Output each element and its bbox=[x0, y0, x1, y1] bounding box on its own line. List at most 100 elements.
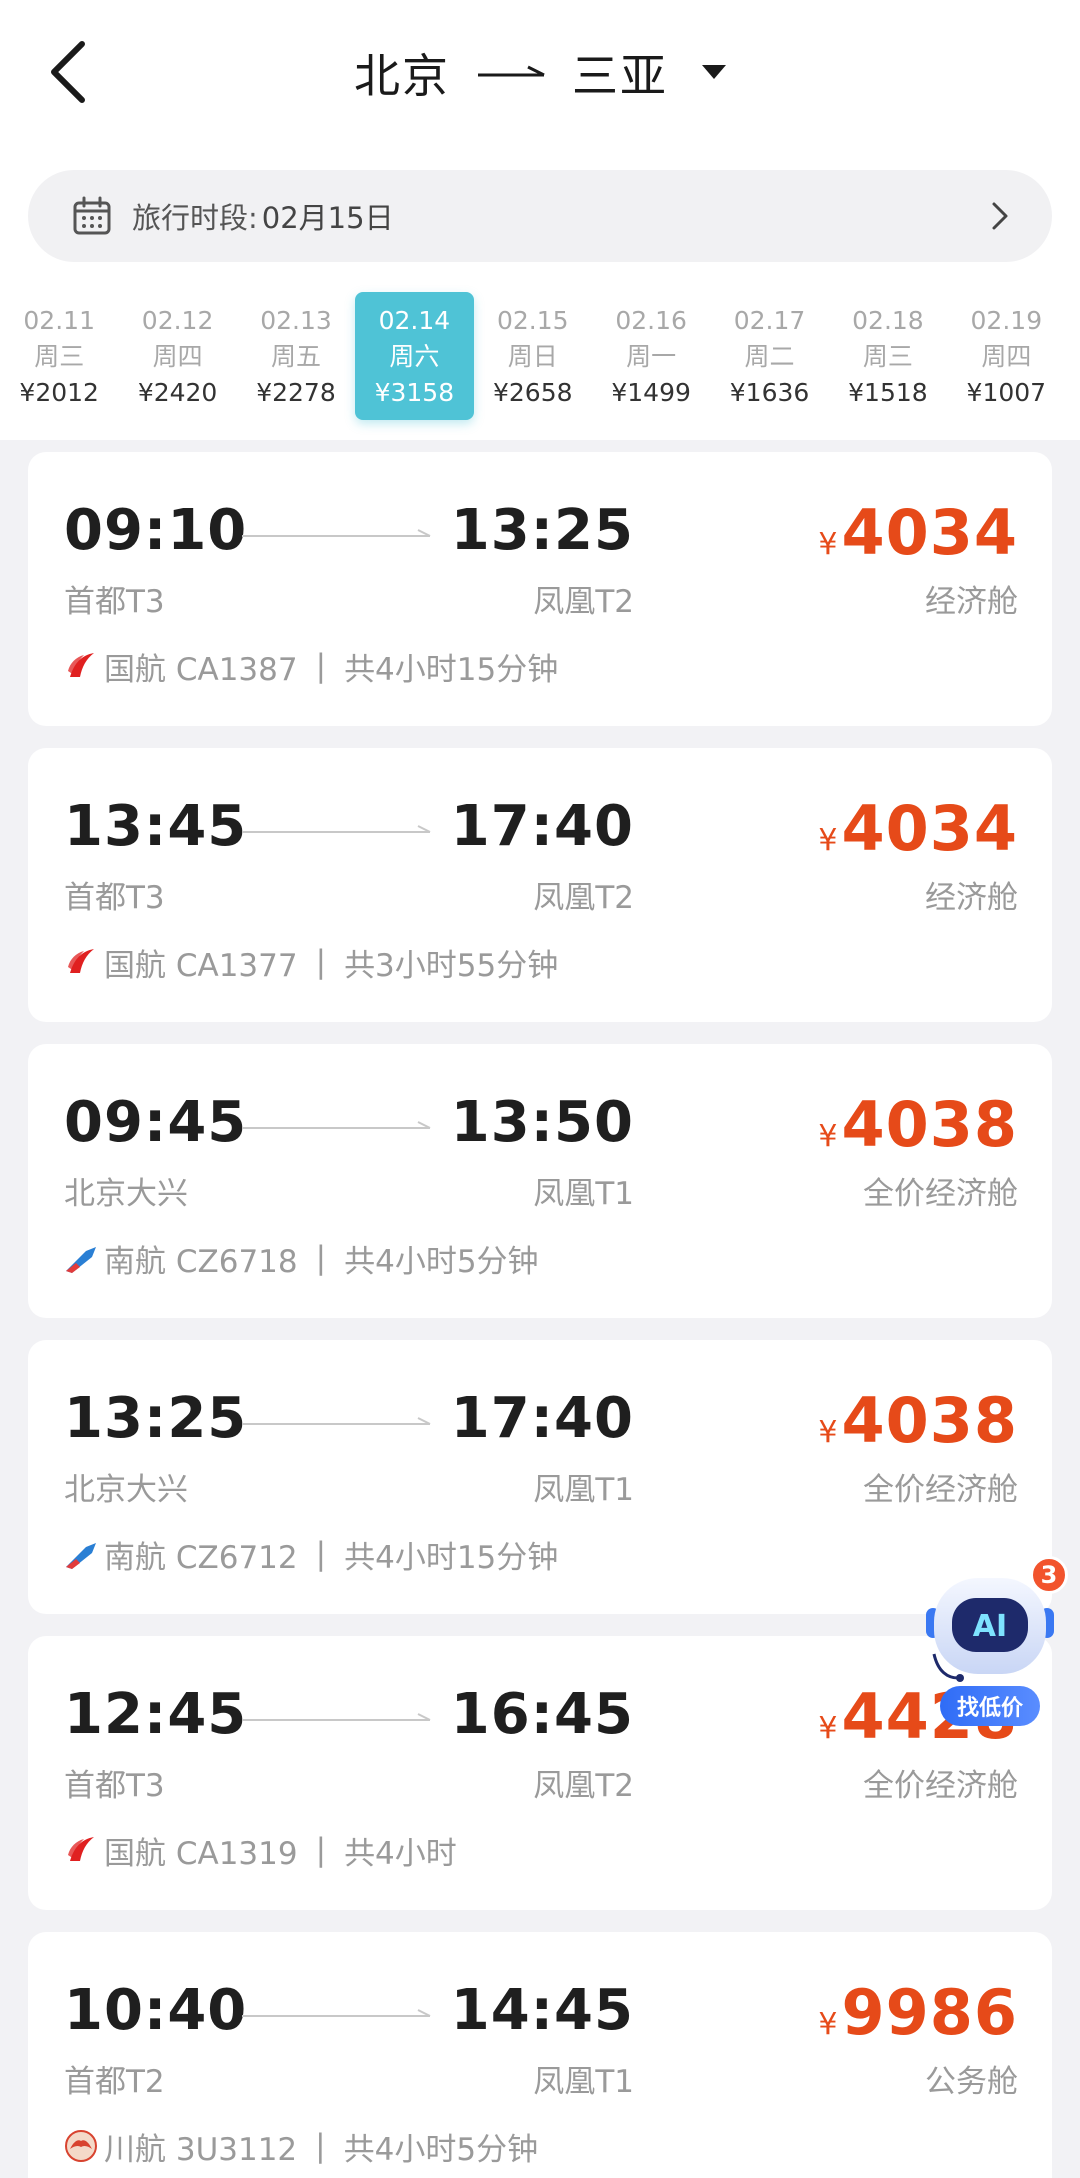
flight-duration: 共4小时5分钟 bbox=[344, 1243, 539, 1280]
date-label: 02.19 bbox=[970, 306, 1043, 335]
period-label: 旅行时段: bbox=[132, 201, 258, 235]
flight-card[interactable]: 13:25 17:40 北京大兴 凤凰T1 ¥ 4038 全价经济舱 南航 CZ… bbox=[28, 1340, 1052, 1614]
price-amount: 9986 bbox=[841, 1976, 1018, 2049]
top-bar: 北京 三亚 旅行时段: 02月15日 02.11 周三 ¥2012 02.12 … bbox=[0, 0, 1080, 440]
arrival-airport: 凤凰T1 bbox=[533, 1176, 634, 1212]
route-selector[interactable]: 北京 三亚 bbox=[0, 38, 1080, 108]
date-tab[interactable]: 02.12 周四 ¥2420 bbox=[118, 292, 236, 420]
date-price: ¥1499 bbox=[611, 378, 691, 407]
flight-duration: 共3小时55分钟 bbox=[344, 947, 559, 984]
divider: | bbox=[315, 2128, 326, 2164]
arrival-airport: 凤凰T1 bbox=[533, 2064, 634, 2100]
date-label: 02.11 bbox=[23, 306, 95, 335]
airline-flight-number: 川航 3U3112 bbox=[104, 2131, 298, 2168]
calendar-icon bbox=[73, 196, 111, 235]
arrival-time: 13:50 bbox=[450, 1090, 634, 1155]
arrival-time: 16:45 bbox=[450, 1682, 634, 1747]
weekday-label: 周日 bbox=[507, 342, 558, 371]
arrival-city: 三亚 bbox=[572, 49, 668, 103]
ai-assistant-button[interactable]: AI 3 找低价 bbox=[918, 1556, 1068, 1726]
arrival-airport: 凤凰T2 bbox=[533, 1768, 634, 1804]
route-arrow-icon bbox=[478, 65, 545, 77]
date-tab[interactable]: 02.16 周一 ¥1499 bbox=[592, 292, 710, 420]
departure-time: 09:45 bbox=[64, 1090, 248, 1155]
currency-symbol: ¥ bbox=[818, 527, 838, 562]
divider: | bbox=[315, 1832, 327, 1868]
date-price: ¥1518 bbox=[848, 378, 928, 407]
departure-airport: 首都T3 bbox=[64, 880, 165, 916]
flight-arrow-icon bbox=[242, 1713, 431, 1721]
period-value: 02月15日 bbox=[261, 201, 394, 235]
flight-price: ¥ 4038 bbox=[818, 1384, 1018, 1457]
air-china-logo-icon bbox=[68, 653, 94, 677]
weekday-label: 周一 bbox=[626, 342, 677, 371]
date-tab[interactable]: 02.11 周三 ¥2012 bbox=[0, 292, 118, 420]
date-label: 02.18 bbox=[852, 306, 924, 335]
weekday-label: 周五 bbox=[270, 342, 321, 371]
date-tab[interactable]: 02.18 周三 ¥1518 bbox=[829, 292, 947, 420]
air-china-logo-icon bbox=[68, 1837, 94, 1861]
airline-info: 国航 CA1319 | 共4小时 bbox=[64, 1828, 457, 1872]
airline-info: 南航 CZ6718 | 共4小时5分钟 bbox=[64, 1236, 539, 1280]
departure-airport: 北京大兴 bbox=[64, 1472, 188, 1508]
divider: | bbox=[315, 944, 327, 980]
cabin-class: 经济舱 bbox=[925, 584, 1018, 620]
date-label: 02.15 bbox=[496, 306, 569, 335]
date-label: 02.16 bbox=[615, 306, 687, 335]
price-amount: 4034 bbox=[841, 792, 1018, 865]
china-southern-logo-icon bbox=[66, 1247, 96, 1273]
arrival-time: 17:40 bbox=[450, 794, 634, 859]
flight-card[interactable]: 09:10 13:25 首都T3 凤凰T2 ¥ 4034 经济舱 国航 CA13… bbox=[28, 452, 1052, 726]
airline-flight-number: 国航 CA1377 bbox=[104, 947, 298, 984]
departure-airport: 首都T3 bbox=[64, 1768, 165, 1804]
airline-info: 国航 CA1387 | 共4小时15分钟 bbox=[64, 644, 558, 688]
date-price-strip: 02.11 周三 ¥2012 02.12 周四 ¥2420 02.13 周五 ¥… bbox=[0, 292, 1080, 420]
flight-card[interactable]: 10:40 14:45 首都T2 凤凰T1 ¥ 9986 公务舱 川航 3U31… bbox=[28, 1932, 1052, 2178]
departure-airport: 首都T3 bbox=[64, 584, 165, 620]
price-amount: 4038 bbox=[841, 1088, 1018, 1161]
arrival-airport: 凤凰T1 bbox=[533, 1472, 634, 1508]
currency-symbol: ¥ bbox=[818, 1415, 838, 1450]
flight-arrow-icon bbox=[242, 825, 431, 833]
arrival-time: 14:45 bbox=[450, 1978, 634, 2043]
departure-time: 10:40 bbox=[64, 1978, 248, 2043]
caret-down-icon bbox=[702, 65, 726, 79]
departure-time: 09:10 bbox=[64, 498, 248, 563]
date-tab[interactable]: 02.13 周五 ¥2278 bbox=[237, 292, 355, 420]
find-low-price-label: 找低价 bbox=[940, 1686, 1040, 1726]
departure-airport: 北京大兴 bbox=[64, 1176, 188, 1212]
departure-time: 13:45 bbox=[64, 794, 248, 859]
date-label: 02.17 bbox=[733, 306, 806, 335]
airline-info: 川航 3U3112 | 共4小时5分钟 bbox=[64, 2124, 538, 2168]
departure-time: 12:45 bbox=[64, 1682, 248, 1747]
date-tab[interactable]: 02.15 周日 ¥2658 bbox=[474, 292, 592, 420]
date-price: ¥2278 bbox=[256, 378, 336, 407]
travel-period-selector[interactable]: 旅行时段: 02月15日 bbox=[28, 170, 1052, 262]
flight-price: ¥ 4034 bbox=[818, 496, 1018, 569]
date-price: ¥1007 bbox=[966, 378, 1047, 407]
date-price: ¥1636 bbox=[729, 378, 810, 407]
airline-info: 国航 CA1377 | 共3小时55分钟 bbox=[64, 940, 558, 984]
flight-price: ¥ 4034 bbox=[818, 792, 1018, 865]
departure-time: 13:25 bbox=[64, 1386, 248, 1451]
flight-card[interactable]: 12:45 16:45 首都T3 凤凰T2 ¥ 4428 全价经济舱 国航 CA… bbox=[28, 1636, 1052, 1910]
flight-duration: 共4小时 bbox=[344, 1835, 457, 1872]
arrival-time: 17:40 bbox=[450, 1386, 634, 1451]
flight-duration: 共4小时5分钟 bbox=[343, 2131, 539, 2168]
weekday-label: 周六 bbox=[389, 342, 440, 371]
date-tab-selected[interactable]: 02.14 周六 ¥3158 bbox=[355, 292, 474, 420]
arrival-airport: 凤凰T2 bbox=[533, 880, 634, 916]
currency-symbol: ¥ bbox=[818, 1119, 838, 1154]
cabin-class: 全价经济舱 bbox=[863, 1472, 1018, 1508]
flight-card[interactable]: 13:45 17:40 首都T3 凤凰T2 ¥ 4034 经济舱 国航 CA13… bbox=[28, 748, 1052, 1022]
departure-airport: 首都T2 bbox=[64, 2064, 165, 2100]
flight-arrow-icon bbox=[242, 2009, 431, 2017]
flight-card[interactable]: 09:45 13:50 北京大兴 凤凰T1 ¥ 4038 全价经济舱 南航 CZ… bbox=[28, 1044, 1052, 1318]
date-label: 02.13 bbox=[260, 306, 332, 335]
date-tab[interactable]: 02.17 周二 ¥1636 bbox=[710, 292, 828, 420]
date-tab[interactable]: 02.19 周四 ¥1007 bbox=[947, 292, 1065, 420]
divider: | bbox=[315, 1536, 327, 1572]
cabin-class: 全价经济舱 bbox=[863, 1768, 1018, 1804]
weekday-label: 周四 bbox=[981, 342, 1032, 371]
airline-flight-number: 国航 CA1319 bbox=[104, 1835, 298, 1872]
